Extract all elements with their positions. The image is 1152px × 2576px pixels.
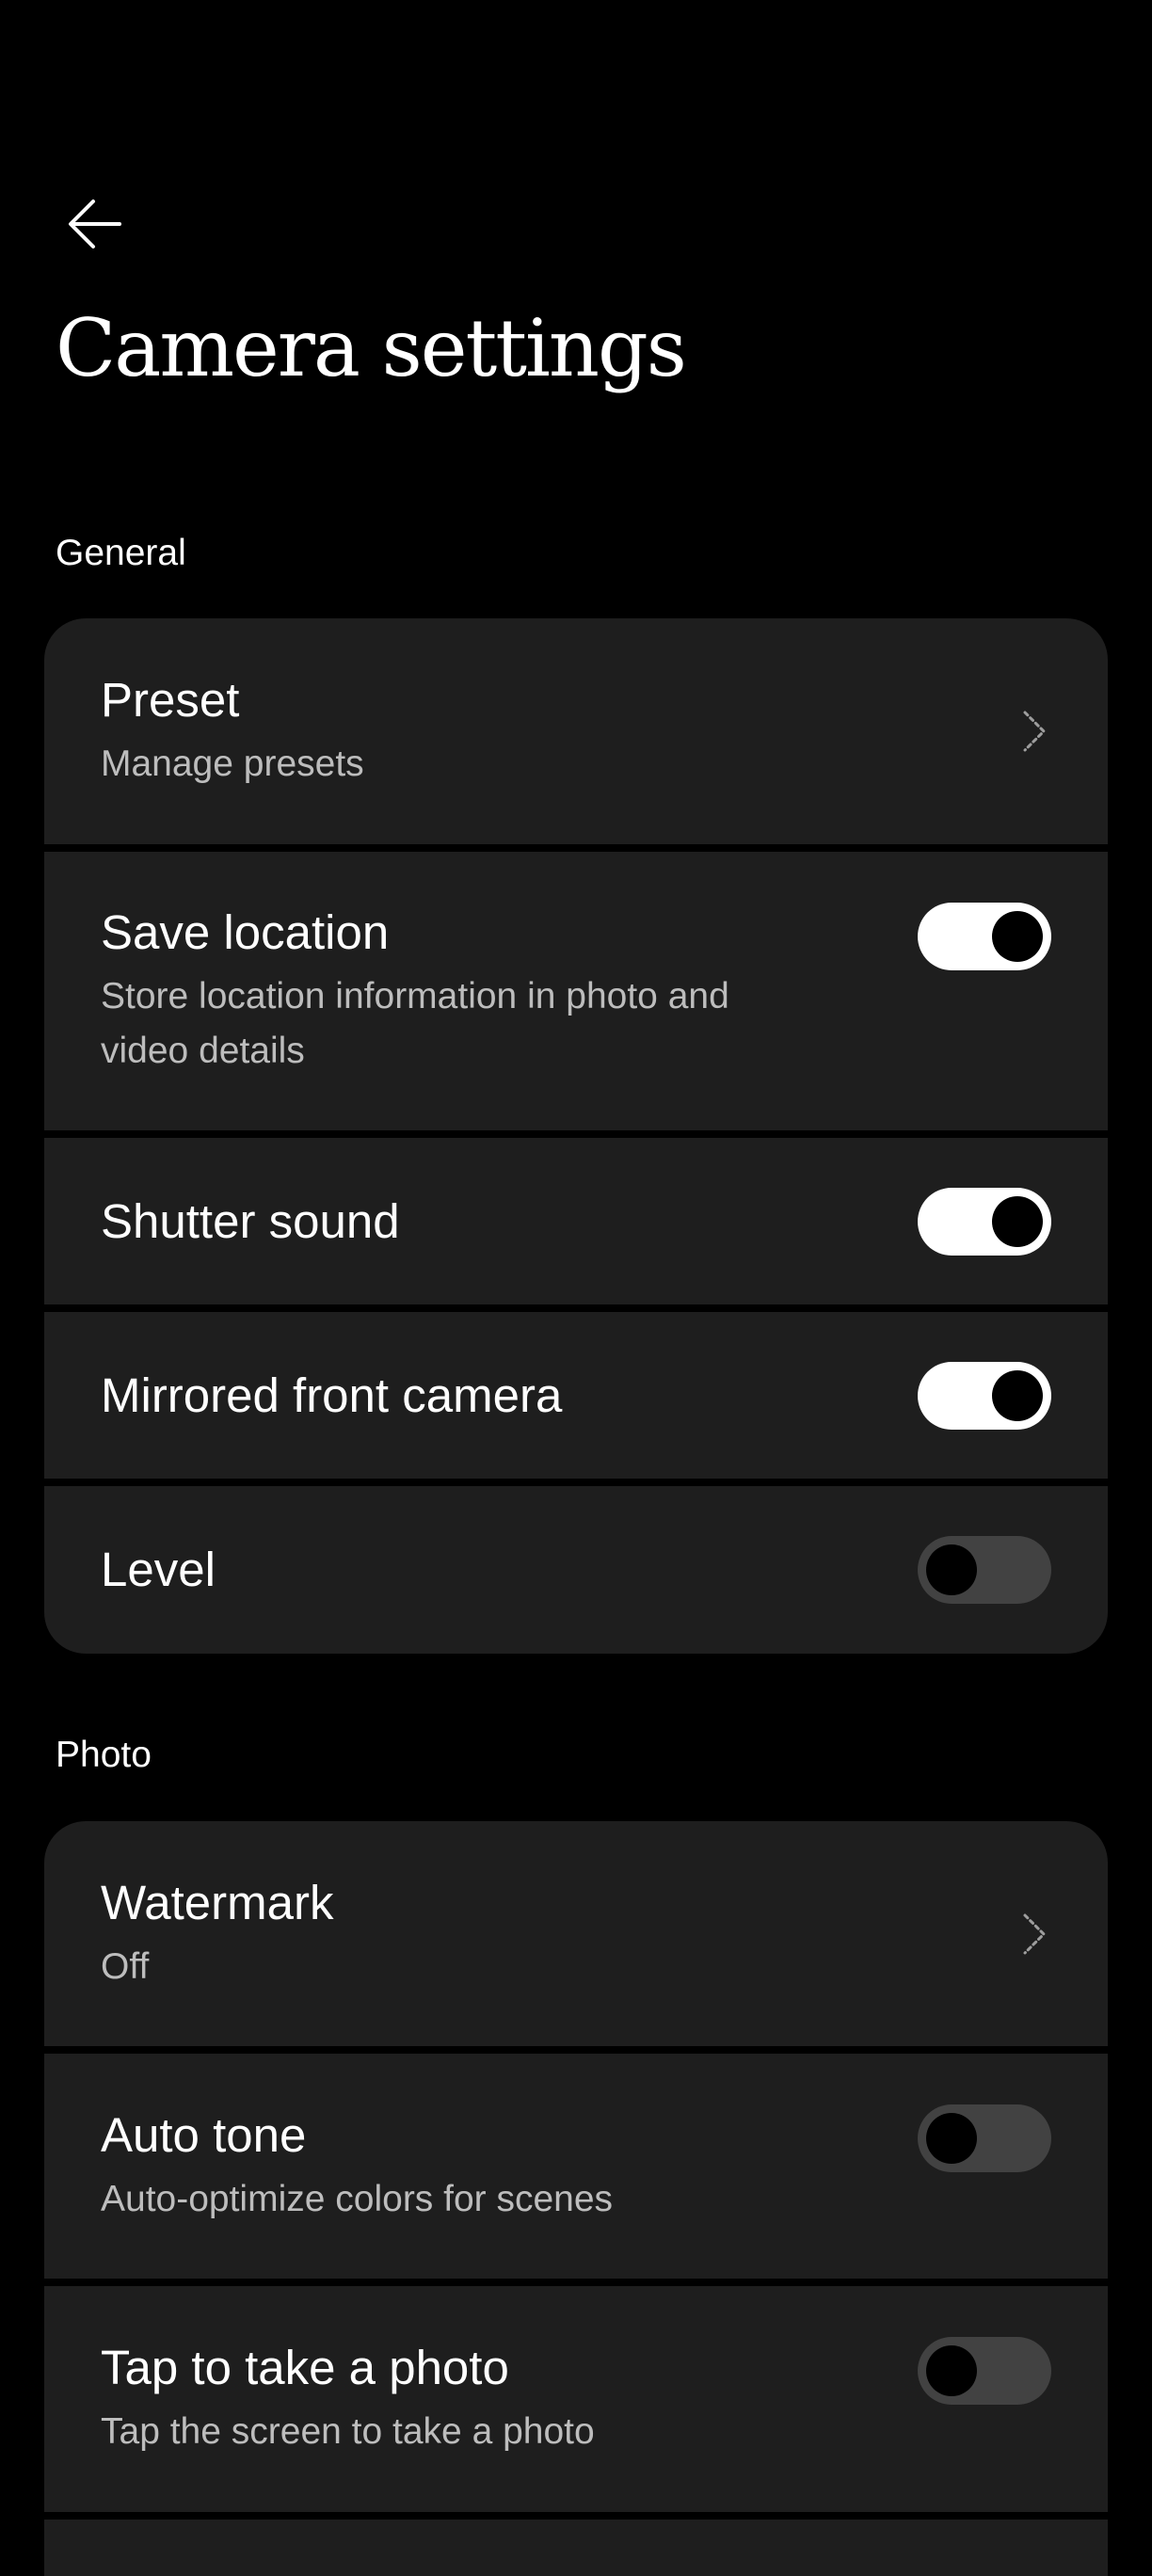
tap-to-take-photo-toggle[interactable] xyxy=(918,2337,1051,2405)
toggle-knob xyxy=(992,911,1043,962)
shutter-sound-row[interactable]: Shutter sound xyxy=(44,1138,1108,1304)
chevron-right-icon xyxy=(1023,711,1047,752)
save-location-subtitle: Store location information in photo and … xyxy=(101,976,729,1071)
general-settings-group: Preset Manage presets Save location Stor… xyxy=(44,618,1108,1654)
toggle-knob xyxy=(926,2345,977,2396)
preset-row[interactable]: Preset Manage presets xyxy=(44,618,1108,844)
level-toggle[interactable] xyxy=(918,1536,1051,1604)
photo-settings-group: Watermark Off Auto tone Auto-optimize co… xyxy=(44,1821,1108,2576)
next-setting-row[interactable] xyxy=(44,2520,1108,2576)
watermark-row[interactable]: Watermark Off xyxy=(44,1821,1108,2046)
watermark-subtitle: Off xyxy=(101,1945,150,1987)
save-location-row[interactable]: Save location Store location information… xyxy=(44,852,1108,1130)
section-header-photo: Photo xyxy=(56,1735,152,1775)
toggle-knob xyxy=(926,2113,977,2164)
tap-to-take-photo-subtitle: Tap the screen to take a photo xyxy=(101,2411,595,2452)
shutter-sound-toggle[interactable] xyxy=(918,1187,1051,1256)
chevron-right-icon xyxy=(1023,1913,1047,1954)
back-arrow-icon xyxy=(69,200,121,248)
mirrored-front-camera-toggle[interactable] xyxy=(918,1361,1051,1430)
preset-subtitle: Manage presets xyxy=(101,744,364,784)
toggle-knob xyxy=(992,1195,1043,1247)
toggle-knob xyxy=(926,1544,977,1595)
watermark-title: Watermark xyxy=(101,1875,334,1929)
toggle-knob xyxy=(992,1369,1043,1421)
auto-tone-subtitle: Auto-optimize colors for scenes xyxy=(101,2178,614,2219)
preset-title: Preset xyxy=(101,673,240,727)
back-button[interactable] xyxy=(55,186,136,262)
auto-tone-toggle[interactable] xyxy=(918,2104,1051,2172)
page-title: Camera settings xyxy=(56,302,687,394)
section-header-general: General xyxy=(56,533,186,573)
auto-tone-row[interactable]: Auto tone Auto-optimize colors for scene… xyxy=(44,2054,1108,2279)
level-row[interactable]: Level xyxy=(44,1486,1108,1654)
mirrored-front-camera-row[interactable]: Mirrored front camera xyxy=(44,1312,1108,1479)
save-location-toggle[interactable] xyxy=(918,903,1051,970)
tap-to-take-photo-row[interactable]: Tap to take a photo Tap the screen to ta… xyxy=(44,2286,1108,2512)
